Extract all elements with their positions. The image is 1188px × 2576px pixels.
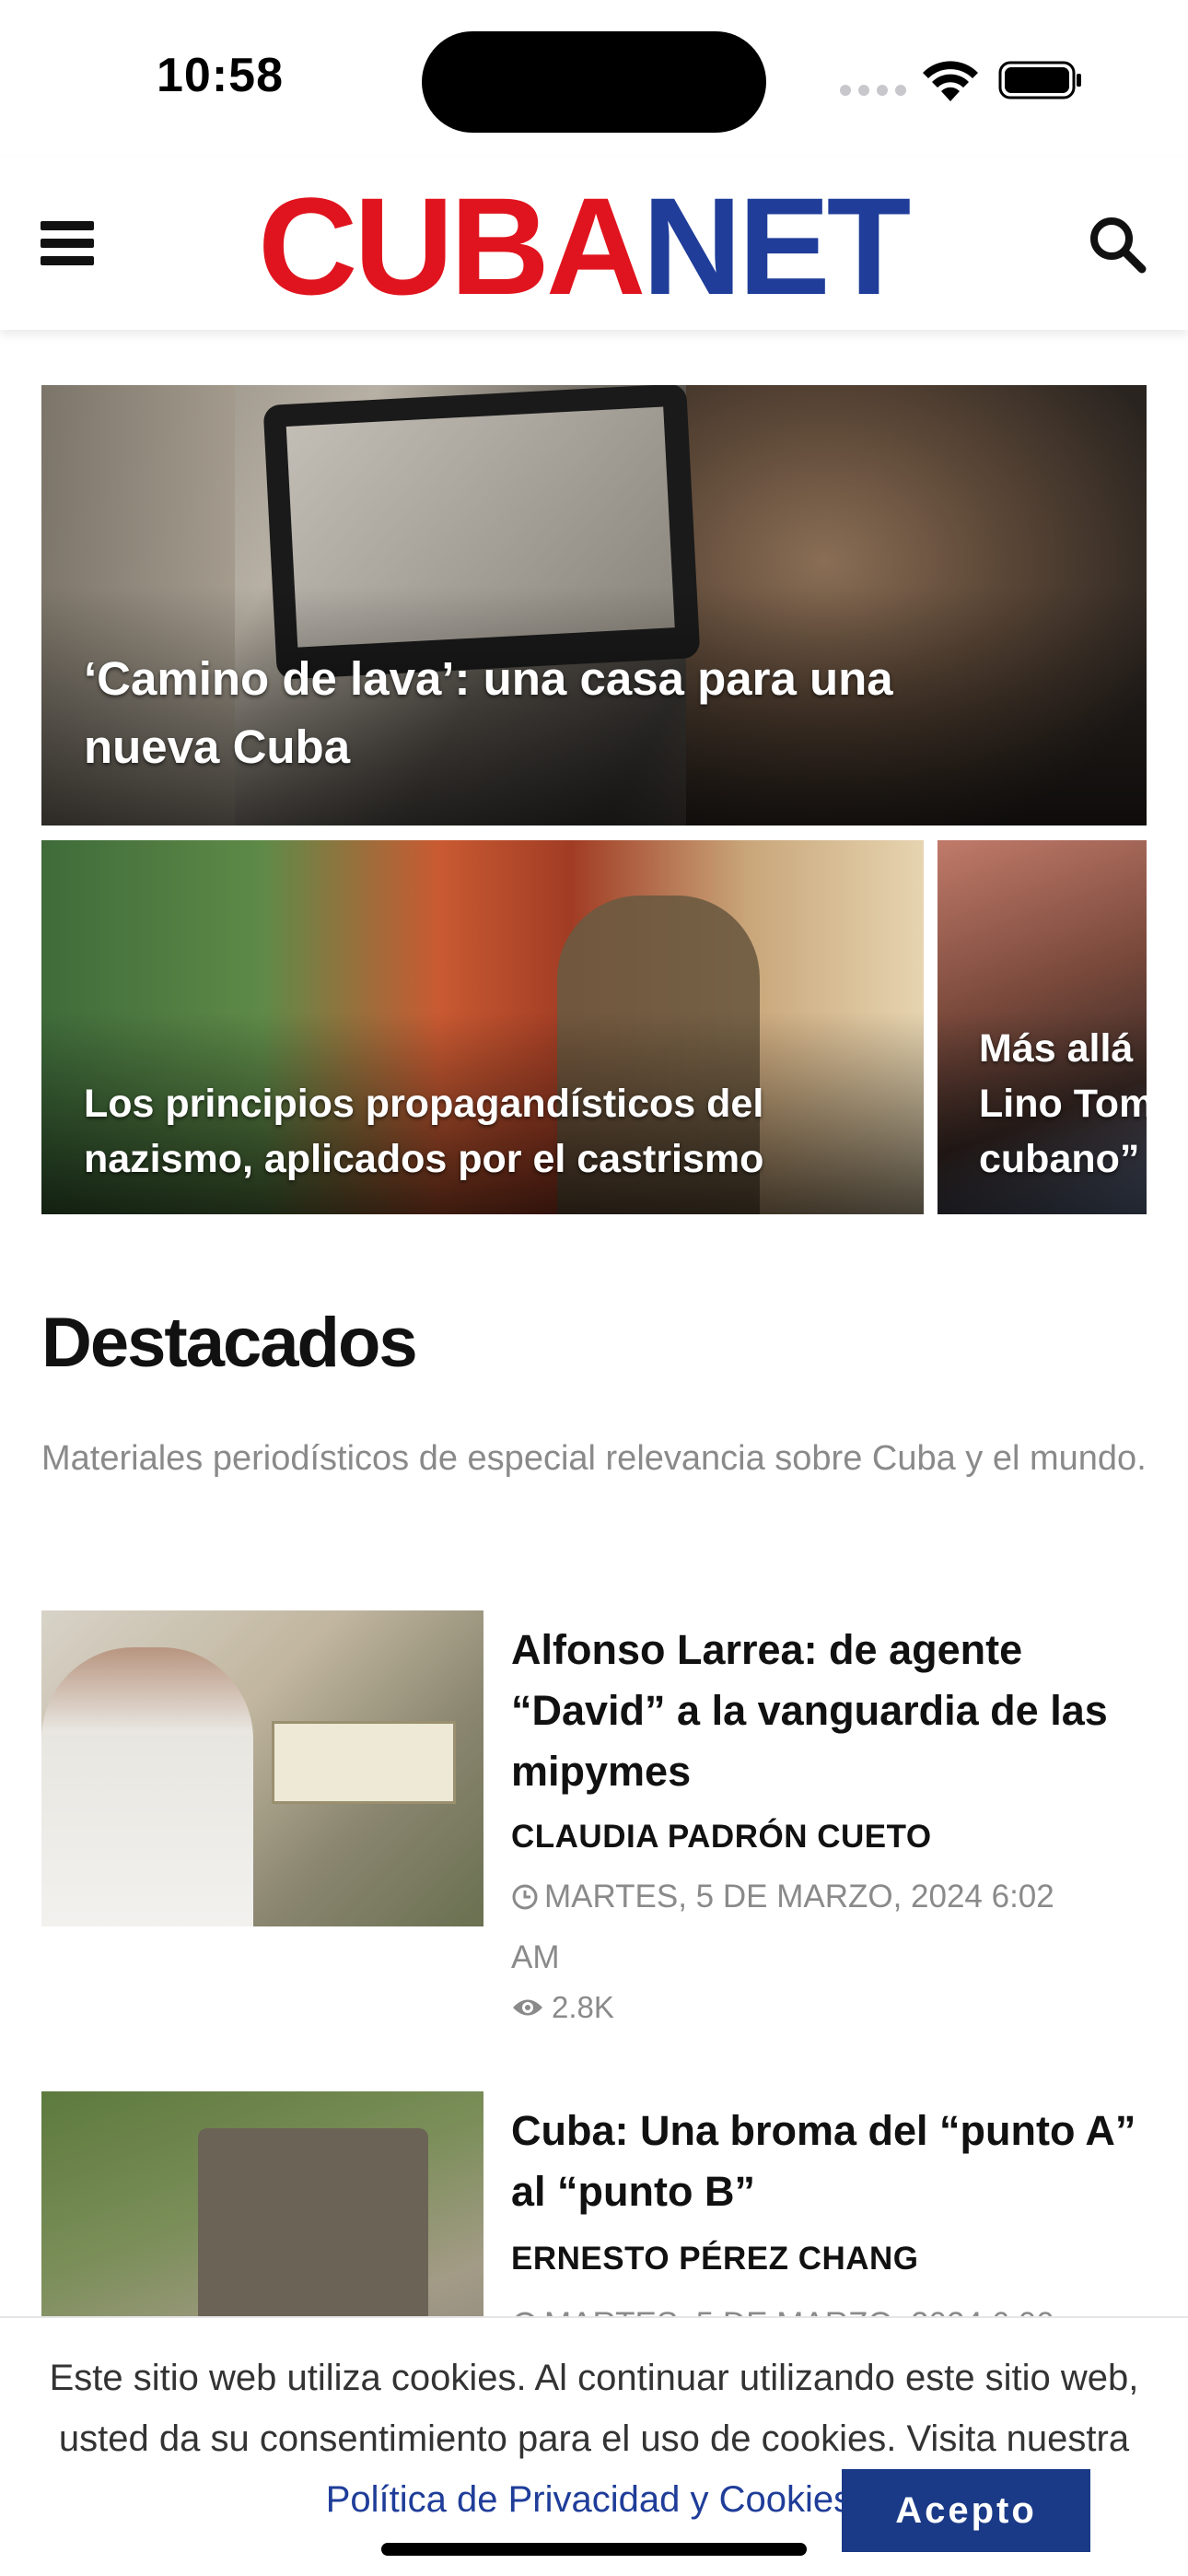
hero-article[interactable]: ‘Camino de lava’: una casa para una nuev… (41, 385, 1147, 825)
eye-icon (513, 1999, 542, 2016)
logo-text-cuba: CUBA (258, 169, 646, 323)
section-description: Materiales periodísticos de especial rel… (41, 1439, 1147, 1478)
article-views-count: 2.8K (552, 1990, 614, 2024)
clock-icon (512, 1884, 538, 1910)
hamburger-menu-icon[interactable] (41, 221, 94, 265)
article-author[interactable]: ERNESTO PÉREZ CHANG (511, 2241, 919, 2277)
article-author[interactable]: CLAUDIA PADRÓN CUETO (511, 1819, 932, 1856)
cookie-banner: Este sitio web utiliza cookies. Al conti… (0, 2316, 1188, 2576)
hero-article-title[interactable]: ‘Camino de lava’: una casa para una nuev… (84, 645, 1005, 781)
search-icon[interactable] (1087, 214, 1147, 275)
status-time: 10:58 (157, 49, 284, 102)
article-views: 2.8K (511, 1990, 614, 2025)
home-indicator[interactable] (381, 2543, 807, 2556)
logo-text-et: ET (738, 169, 912, 323)
article-thumbnail[interactable] (41, 1610, 483, 1926)
dynamic-island (422, 31, 766, 133)
logo-text-n: N (642, 169, 741, 323)
privacy-policy-link[interactable]: Política de Privacidad y Cookies (326, 2479, 852, 2520)
cubanet-logo[interactable]: CUBA N ET (258, 177, 911, 315)
cellular-signal-icon (840, 85, 906, 96)
accept-cookies-button[interactable]: Acepto (842, 2469, 1090, 2552)
article-date: MARTES, 5 DE MARZO, 2024 6:02 AM (511, 1867, 1101, 1988)
cookie-message: Este sitio web utiliza cookies. Al conti… (49, 2358, 1139, 2459)
site-header: CUBA N ET (0, 157, 1188, 330)
featured-card-title[interactable]: Los principios propagandísticos del nazi… (84, 1076, 894, 1187)
section-title: Destacados (41, 1304, 418, 1382)
article-date-text: MARTES, 5 DE MARZO, 2024 6:02 AM (511, 1879, 1054, 1975)
featured-card[interactable]: Los principios propagandísticos del nazi… (41, 840, 924, 1214)
featured-card[interactable]: Más allá Lino Tom cubano” (938, 840, 1147, 1214)
wifi-icon (923, 61, 978, 101)
battery-icon (998, 61, 1081, 100)
status-bar: 10:58 (0, 0, 1188, 157)
article-title[interactable]: Cuba: Una broma del “punto A” al “punto … (511, 2101, 1147, 2222)
featured-card-title[interactable]: Más allá Lino Tom cubano” (979, 1021, 1147, 1187)
article-title[interactable]: Alfonso Larrea: de agente “David” a la v… (511, 1620, 1147, 1802)
